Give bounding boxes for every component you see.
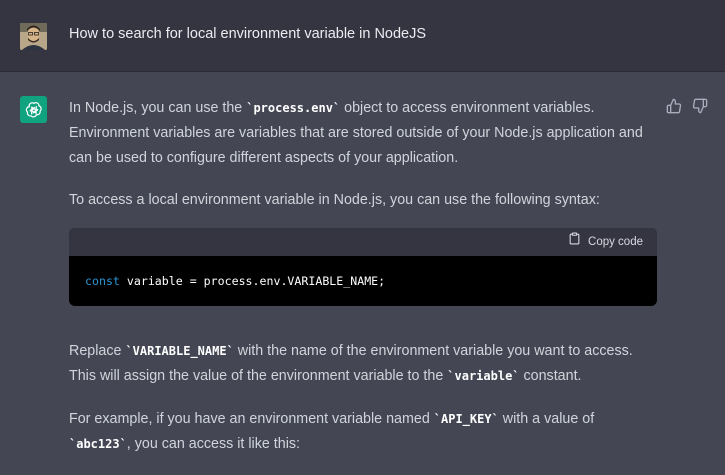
clipboard-icon bbox=[568, 230, 581, 255]
inline-code-api-key: `API_KEY` bbox=[433, 412, 499, 426]
paragraph-intro: In Node.js, you can use the `process.env… bbox=[69, 96, 659, 171]
text-span: For example, if you have an environment … bbox=[69, 411, 434, 427]
thumbs-up-icon[interactable] bbox=[666, 98, 682, 114]
user-message-row: How to search for local environment vari… bbox=[0, 0, 725, 72]
paragraph-replace: Replace `VARIABLE_NAME` with the name of… bbox=[69, 339, 659, 389]
thumbs-down-icon[interactable] bbox=[692, 98, 708, 114]
code-statement: variable = process.env.VARIABLE_NAME; bbox=[119, 273, 386, 288]
inline-code-variable: `variable` bbox=[447, 369, 520, 383]
openai-logo-icon bbox=[20, 96, 47, 123]
text-span: with a value of bbox=[498, 411, 595, 427]
text-span: Replace bbox=[69, 343, 126, 359]
paragraph-example: For example, if you have an environment … bbox=[69, 407, 659, 457]
user-avatar bbox=[20, 23, 47, 50]
code-content: const variable = process.env.VARIABLE_NA… bbox=[69, 256, 657, 306]
inline-code-variable-name: `VARIABLE_NAME` bbox=[125, 344, 234, 358]
assistant-message-row: In Node.js, you can use the `process.env… bbox=[0, 72, 725, 475]
code-block: Copy code const variable = process.env.V… bbox=[69, 228, 657, 306]
inline-code-abc123: `abc123` bbox=[69, 437, 127, 451]
text-span: constant. bbox=[519, 368, 582, 384]
user-message-text: How to search for local environment vari… bbox=[69, 26, 427, 42]
paragraph-syntax: To access a local environment variable i… bbox=[69, 192, 600, 208]
assistant-message-content: In Node.js, you can use the `process.env… bbox=[69, 96, 659, 457]
text-span: In Node.js, you can use the bbox=[69, 100, 247, 116]
code-keyword: const bbox=[85, 273, 120, 288]
copy-code-button[interactable]: Copy code bbox=[568, 230, 643, 255]
code-block-header: Copy code bbox=[69, 228, 657, 256]
inline-code-process-env: `process.env` bbox=[246, 101, 341, 115]
text-span: , you can access it like this: bbox=[126, 436, 301, 452]
user-avatar-image bbox=[20, 23, 47, 50]
copy-code-label: Copy code bbox=[588, 235, 643, 248]
